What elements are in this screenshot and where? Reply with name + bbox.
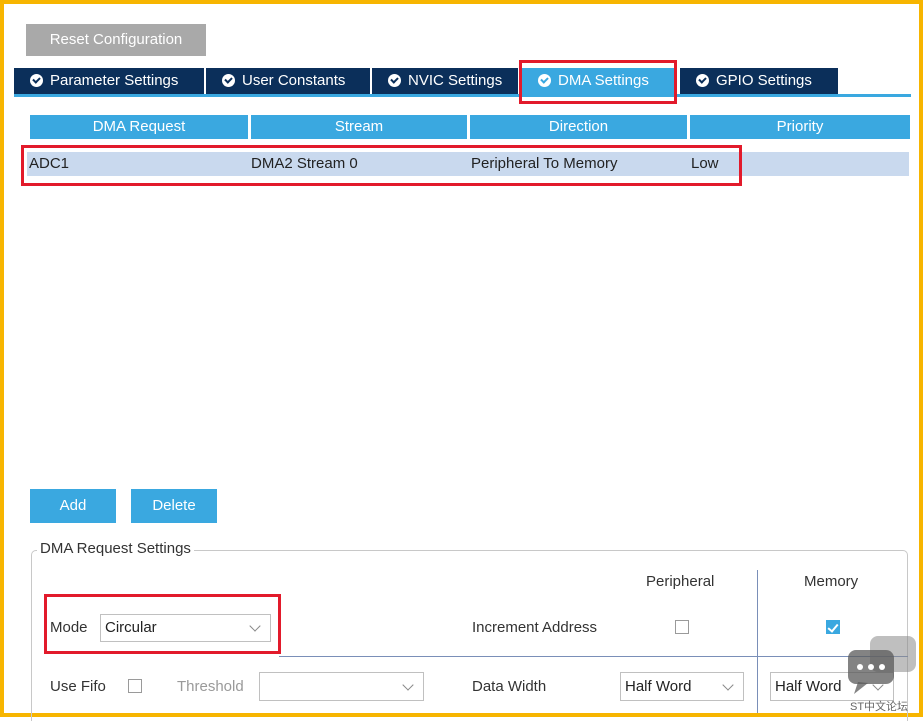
tab-label: GPIO Settings — [716, 72, 812, 89]
chevron-down-icon — [722, 679, 734, 691]
tab-bar: Parameter Settings User Constants NVIC S… — [14, 68, 911, 94]
forum-watermark: ST中文论坛 — [846, 636, 921, 716]
app-frame: Reset Configuration Parameter Settings U… — [0, 0, 923, 721]
increment-address-label: Increment Address — [472, 619, 598, 636]
peripheral-column-label: Peripheral — [646, 573, 715, 590]
highlight-dma-row — [21, 145, 742, 186]
tab-label: Parameter Settings — [50, 72, 179, 89]
tab-gpio-settings[interactable]: GPIO Settings — [680, 68, 838, 94]
data-width-peripheral-value: Half Word — [625, 678, 692, 695]
tab-label: User Constants — [242, 72, 346, 89]
check-circle-icon — [388, 74, 401, 87]
chevron-down-icon — [402, 679, 414, 691]
use-fifo-checkbox[interactable] — [128, 679, 142, 693]
group-title: DMA Request Settings — [37, 540, 194, 557]
check-circle-icon — [30, 74, 43, 87]
use-fifo-label: Use Fifo — [50, 678, 106, 695]
memory-column-label: Memory — [804, 573, 859, 590]
check-circle-icon — [222, 74, 235, 87]
data-width-label: Data Width — [472, 678, 547, 695]
column-divider — [757, 570, 758, 713]
increment-peripheral-checkbox[interactable] — [675, 620, 689, 634]
column-header-dma-request[interactable]: DMA Request — [30, 115, 248, 139]
watermark-text: ST中文论坛 — [850, 701, 909, 713]
check-circle-icon — [696, 74, 709, 87]
tab-label: NVIC Settings — [408, 72, 503, 89]
data-width-memory-value: Half Word — [775, 678, 842, 695]
data-width-peripheral-select[interactable]: Half Word — [620, 672, 744, 701]
delete-button[interactable]: Delete — [131, 489, 217, 523]
tab-parameter-settings[interactable]: Parameter Settings — [14, 68, 204, 94]
increment-memory-checkbox[interactable] — [826, 620, 840, 634]
threshold-label: Threshold — [177, 678, 244, 695]
threshold-select[interactable] — [259, 672, 424, 701]
add-button[interactable]: Add — [30, 489, 116, 523]
chat-bubble-icon — [848, 636, 916, 694]
tab-underline — [14, 94, 911, 97]
highlight-dma-tab — [519, 60, 677, 104]
row-divider — [279, 656, 908, 657]
tab-user-constants[interactable]: User Constants — [206, 68, 370, 94]
column-header-direction[interactable]: Direction — [470, 115, 687, 139]
highlight-mode — [44, 594, 281, 654]
tab-nvic-settings[interactable]: NVIC Settings — [372, 68, 518, 94]
reset-configuration-button[interactable]: Reset Configuration — [26, 24, 206, 56]
column-header-stream[interactable]: Stream — [251, 115, 467, 139]
column-header-priority[interactable]: Priority — [690, 115, 910, 139]
